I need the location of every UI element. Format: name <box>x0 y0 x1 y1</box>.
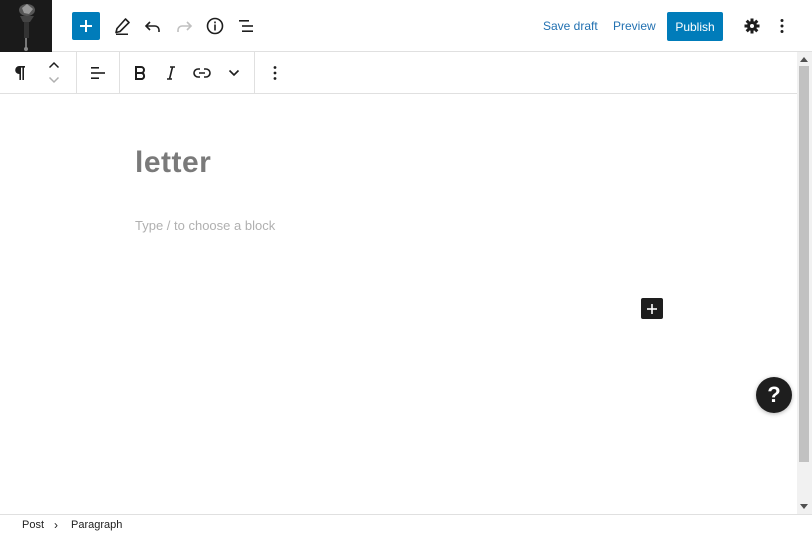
save-draft-button[interactable]: Save draft <box>543 19 598 33</box>
breadcrumb-item-post[interactable]: Post <box>22 519 44 531</box>
bold-button[interactable] <box>128 61 152 85</box>
editor-canvas: letter Type / to choose a block <box>0 94 797 514</box>
plus-icon <box>80 20 92 32</box>
block-breadcrumb: Post › Paragraph <box>0 514 812 535</box>
pencil-icon <box>115 18 130 35</box>
chevron-down-icon <box>228 69 240 77</box>
publish-button[interactable]: Publish <box>667 12 723 41</box>
details-button[interactable] <box>203 14 227 38</box>
more-formatting-button[interactable] <box>222 61 246 85</box>
align-left-icon <box>91 67 105 79</box>
list-view-button[interactable] <box>234 14 258 38</box>
undo-icon <box>144 21 160 32</box>
scroll-down-arrow-icon[interactable] <box>800 504 808 509</box>
toolbar-divider <box>254 52 255 94</box>
italic-button[interactable] <box>159 61 183 85</box>
redo-button[interactable] <box>172 14 196 38</box>
help-icon: ? <box>767 382 781 407</box>
gear-icon <box>744 18 760 34</box>
info-icon <box>206 17 224 35</box>
plus-icon <box>647 303 657 314</box>
inline-block-inserter-button[interactable] <box>641 298 663 319</box>
redo-icon <box>177 21 193 32</box>
block-inserter-button[interactable] <box>72 12 100 40</box>
editor-scrollbar[interactable] <box>797 52 812 514</box>
link-button[interactable] <box>190 61 214 85</box>
scrollbar-thumb[interactable] <box>799 66 809 462</box>
chevron-down-icon <box>48 76 60 84</box>
options-button[interactable] <box>772 14 792 38</box>
block-type-button[interactable] <box>8 61 32 85</box>
chevron-up-icon <box>48 61 60 69</box>
move-up-button[interactable] <box>45 58 63 72</box>
help-button[interactable]: ? <box>756 377 792 413</box>
settings-button[interactable] <box>740 14 764 38</box>
italic-icon <box>167 66 175 80</box>
pilcrow-icon <box>15 66 25 80</box>
editor-header: Save draft Preview Publish <box>0 0 812 52</box>
block-options-button[interactable] <box>265 61 285 85</box>
post-title[interactable]: letter <box>135 146 211 180</box>
tools-button[interactable] <box>110 14 134 38</box>
vertical-ellipsis-icon <box>273 66 277 80</box>
preview-button[interactable]: Preview <box>613 19 656 33</box>
paragraph-block-placeholder[interactable]: Type / to choose a block <box>135 218 275 233</box>
site-logo[interactable] <box>0 0 52 52</box>
toolbar-divider <box>76 52 77 94</box>
breadcrumb-separator-icon: › <box>54 518 58 532</box>
bold-icon <box>135 66 146 80</box>
align-button[interactable] <box>86 61 110 85</box>
move-down-button[interactable] <box>45 73 63 87</box>
scroll-up-arrow-icon[interactable] <box>800 57 808 62</box>
vertical-ellipsis-icon <box>780 19 784 33</box>
toolbar-divider <box>119 52 120 94</box>
link-icon <box>193 68 211 78</box>
breadcrumb-item-paragraph[interactable]: Paragraph <box>71 519 122 531</box>
site-logo-image <box>0 0 52 52</box>
undo-button[interactable] <box>141 14 165 38</box>
list-view-icon <box>239 20 253 32</box>
block-toolbar <box>0 52 797 94</box>
